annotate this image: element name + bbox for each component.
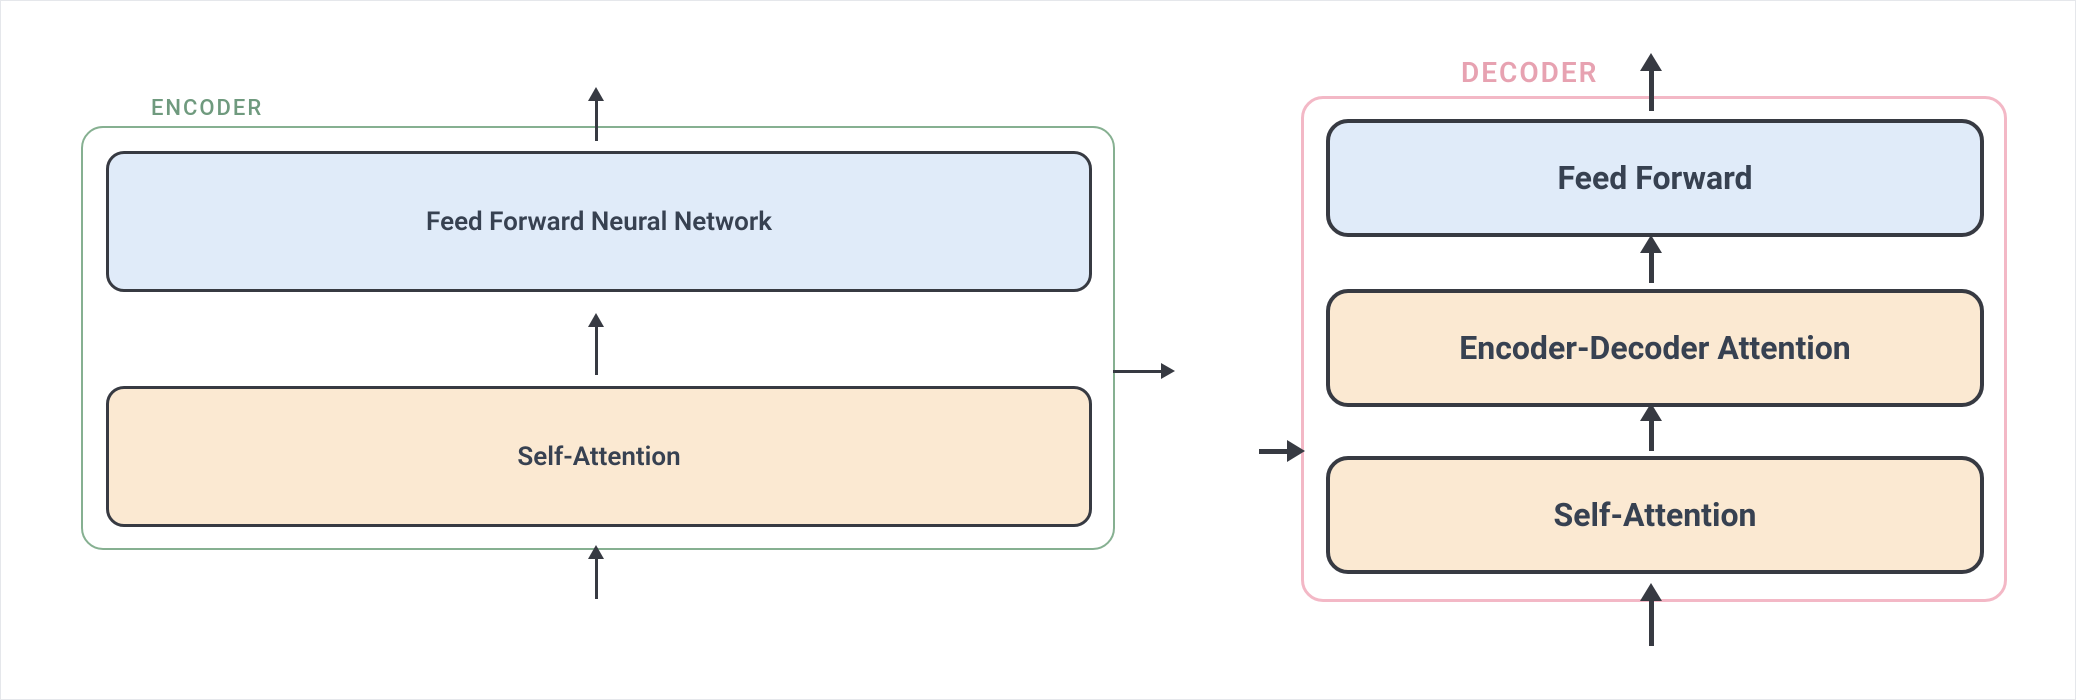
encoder-feed-forward-label: Feed Forward Neural Network — [426, 207, 772, 237]
encoder-self-attention-label: Self-Attention — [517, 442, 680, 472]
decoder-self-attention-block: Self-Attention — [1326, 456, 1984, 574]
diagram-canvas: ENCODER Feed Forward Neural Network Self… — [0, 0, 2076, 700]
encoder-title: ENCODER — [151, 96, 263, 121]
decoder-enc-dec-attention-block: Encoder-Decoder Attention — [1326, 289, 1984, 407]
encoder-feed-forward-block: Feed Forward Neural Network — [106, 151, 1092, 292]
decoder-self-attention-label: Self-Attention — [1554, 496, 1757, 534]
decoder-feed-forward-block: Feed Forward — [1326, 119, 1984, 237]
encoder-self-attention-block: Self-Attention — [106, 386, 1092, 527]
decoder-enc-dec-attention-label: Encoder-Decoder Attention — [1459, 329, 1850, 367]
decoder-title: DECODER — [1461, 56, 1598, 89]
decoder-feed-forward-label: Feed Forward — [1557, 159, 1752, 197]
